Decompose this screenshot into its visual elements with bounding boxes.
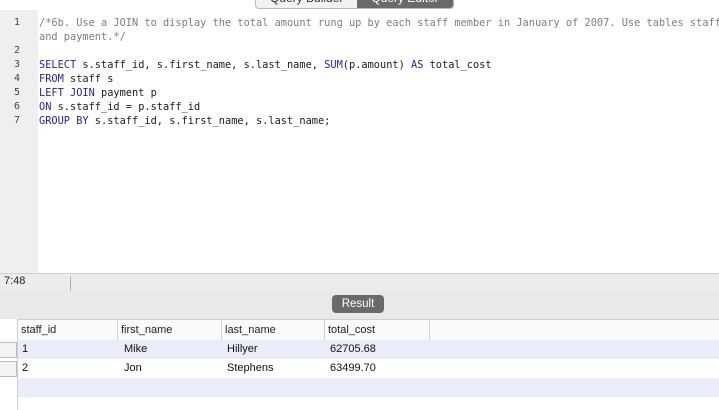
empty-row [18,378,719,397]
cell-total-cost: 62705.68 [330,343,376,355]
tab-query-editor[interactable]: Query Editor [357,0,453,8]
cell-last-name: Hillyer [227,343,258,355]
code-line-comment: /*6b. Use a JOIN to display the total am… [39,17,719,29]
line-number: 7 [13,115,20,126]
cursor-position: 7:48 [4,275,26,287]
cell-total-cost: 63499.70 [330,362,376,374]
cell-staff-id: 2 [22,362,29,374]
code-line-comment-cont: and payment.*/ [39,31,126,43]
results-grid: staff_id first_name last_name total_cost… [0,319,719,410]
line-number: 5 [13,87,20,98]
editor-status-bar: 7:48 [0,273,719,292]
column-header-staff-id[interactable]: staff_id [18,320,118,341]
mode-tabs: Query Builder Query Editor [255,0,454,9]
cell-first-name: Mike [124,343,148,355]
line-number: 4 [13,73,20,84]
result-bar: Result [0,291,719,319]
column-header-last-name[interactable]: last_name [222,320,325,341]
line-number-gutter: 1 2 3 4 5 6 7 [0,10,38,273]
line-number: 2 [13,45,20,56]
column-header-first-name[interactable]: first_name [118,320,222,341]
line-number: 3 [13,59,20,70]
line-number: 1 [13,17,20,28]
cell-last-name: Stephens [227,362,274,374]
status-divider [70,276,71,291]
code-line-group: GROUP BY s.staff_id, s.first_name, s.las… [39,115,331,127]
column-header-total-cost[interactable]: total_cost [325,320,430,341]
code-area[interactable]: /*6b. Use a JOIN to display the total am… [38,10,719,273]
code-line-on: ON s.staff_id = p.staff_id [39,101,201,113]
result-button[interactable]: Result [332,295,384,313]
table-row[interactable]: 2 Jon Stephens 63499.70 [18,359,719,378]
cell-staff-id: 1 [22,343,29,355]
code-line-select: SELECT s.staff_id, s.first_name, s.last_… [39,59,492,71]
row-selector[interactable] [0,361,17,377]
grid-header: staff_id first_name last_name total_cost [18,319,719,342]
tab-query-builder[interactable]: Query Builder [256,0,358,8]
cell-first-name: Jon [124,362,142,374]
code-line-join: LEFT JOIN payment p [39,87,157,99]
sql-editor[interactable]: 1 2 3 4 5 6 7 /*6b. Use a JOIN to displa… [0,10,719,273]
table-row[interactable]: 1 Mike Hillyer 62705.68 [18,340,719,359]
row-selector[interactable] [0,342,17,358]
line-number: 6 [13,101,20,112]
code-line-from: FROM staff s [39,73,114,85]
